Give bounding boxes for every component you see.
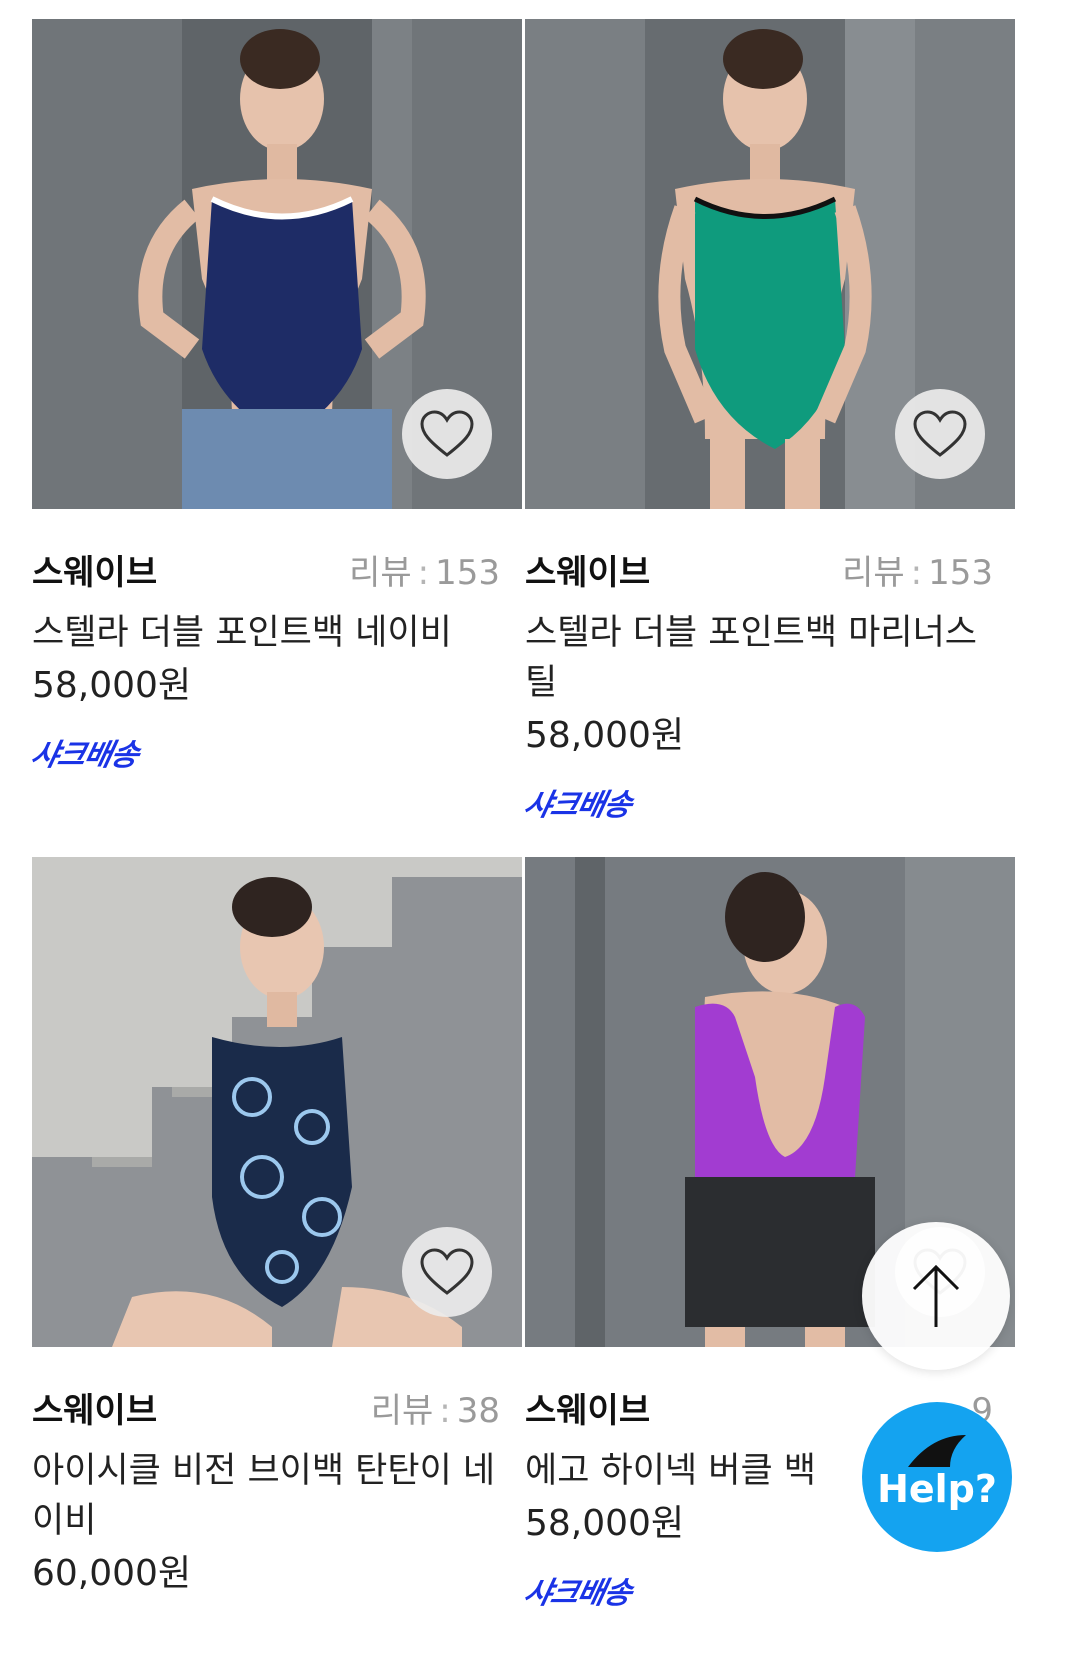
heart-icon <box>913 410 967 457</box>
product-name[interactable]: 스텔라 더블 포인트백 마리너스 틸 <box>525 608 1015 708</box>
wishlist-button[interactable] <box>402 1227 492 1317</box>
product-price: 60,000원 <box>32 1553 192 1594</box>
brand-name: 스웨이브 <box>525 553 651 593</box>
shipping-badge: 샤크배송 <box>520 1576 635 1611</box>
shipping-badge: 샤크배송 <box>27 738 142 773</box>
brand-name: 스웨이브 <box>32 1391 158 1431</box>
scroll-top-button[interactable] <box>862 1222 1010 1370</box>
wishlist-button[interactable] <box>402 389 492 479</box>
arrow-up-icon <box>912 1264 960 1327</box>
product-name[interactable]: 스텔라 더블 포인트백 네이비 <box>32 608 522 658</box>
product-card[interactable]: 스웨이브 리뷰:153 스텔라 더블 포인트백 마리너스 틸 58,000원 샤… <box>521 19 1015 823</box>
product-card[interactable]: 스웨이브 리뷰:38 아이시클 비전 브이백 탄탄이 네이비 60,000원 <box>32 857 522 1600</box>
review-count: 리뷰:153 <box>842 553 993 593</box>
brand-name: 스웨이브 <box>525 1391 651 1431</box>
shark-fin-icon <box>908 1435 966 1467</box>
help-button[interactable]: Help? <box>862 1402 1012 1552</box>
product-price: 58,000원 <box>32 665 192 706</box>
product-image[interactable] <box>525 19 1015 509</box>
review-count: 리뷰:153 <box>349 553 500 593</box>
product-name[interactable]: 아이시클 비전 브이백 탄탄이 네이비 <box>32 1446 522 1546</box>
help-label: Help? <box>877 1467 997 1511</box>
product-image[interactable] <box>32 857 522 1347</box>
product-price: 58,000원 <box>525 715 685 756</box>
review-count: 리뷰:38 <box>370 1391 500 1431</box>
heart-icon <box>420 1248 474 1295</box>
product-image[interactable] <box>32 19 522 509</box>
brand-name: 스웨이브 <box>32 553 158 593</box>
product-card[interactable]: 스웨이브 리뷰:153 스텔라 더블 포인트백 네이비 58,000원 샤크배송 <box>28 19 522 773</box>
heart-icon <box>420 410 474 457</box>
wishlist-button[interactable] <box>895 389 985 479</box>
shipping-badge: 샤크배송 <box>520 788 635 823</box>
